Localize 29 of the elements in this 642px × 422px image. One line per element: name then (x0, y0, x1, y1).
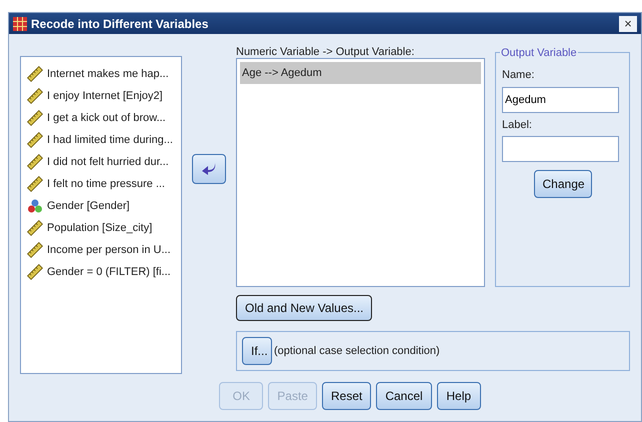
if-note: (optional case selection condition) (274, 344, 440, 359)
group-title: Output Variable (500, 45, 578, 62)
variable-item[interactable]: Population [Size_city] (27, 219, 181, 237)
close-button[interactable]: × (619, 16, 637, 32)
variable-item[interactable]: Income per person in U... (27, 241, 181, 259)
grid-app-icon (13, 16, 27, 30)
variable-item[interactable]: Internet makes me hap... (27, 65, 181, 83)
label-field[interactable] (502, 136, 619, 162)
change-button[interactable]: Change (534, 170, 592, 198)
move-arrow-button[interactable] (192, 154, 226, 184)
label-label: Label: (502, 118, 533, 132)
name-label: Name: (502, 68, 536, 83)
three-circles-icon (27, 198, 43, 214)
name-field[interactable]: Agedum (502, 86, 619, 112)
dialog-button[interactable]: Help (436, 382, 481, 410)
mapping-label: Numeric Variable -> Output Variable: (236, 45, 416, 58)
dialog-button[interactable]: Cancel (376, 382, 432, 410)
variable-item[interactable]: I had limited time during... (27, 131, 181, 149)
dialog-button[interactable]: Reset (322, 382, 372, 410)
variable-item[interactable]: I get a kick out of brow... (27, 109, 181, 127)
mapping-item[interactable]: Age --> Agedum (240, 62, 481, 84)
window-title: Recode into Different Variables (31, 16, 210, 32)
variable-item[interactable]: I enjoy Internet [Enjoy2] (27, 87, 181, 105)
variable-item[interactable]: Gender = 0 (FILTER) [fi... (27, 263, 181, 281)
if-button[interactable]: If... (242, 337, 272, 365)
variable-item[interactable]: Gender [Gender] (27, 197, 181, 215)
variable-item[interactable]: I felt no time pressure ... (27, 175, 181, 193)
old-and-new-values-button[interactable]: Old and New Values... (236, 295, 372, 321)
variable-item[interactable]: I did not felt hurried dur... (27, 153, 181, 171)
